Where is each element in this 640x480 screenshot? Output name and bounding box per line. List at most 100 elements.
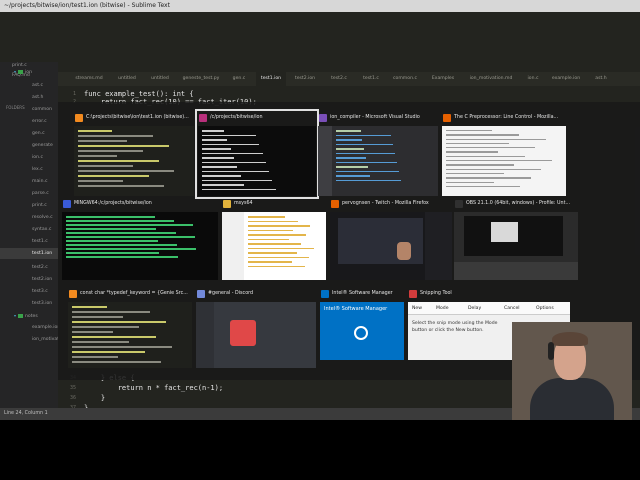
file-row xyxy=(248,252,297,254)
switcher-window-thumbnail[interactable]: pervognsen - Twitch - Mozilla Firefox xyxy=(330,198,452,280)
tree-file[interactable]: test1.c xyxy=(0,236,58,247)
tree-file[interactable]: test2.c xyxy=(0,262,58,273)
editor-tab[interactable]: test2.ion xyxy=(290,72,320,86)
preview-line xyxy=(66,240,158,242)
tree-file[interactable]: ion.c xyxy=(0,152,58,163)
expand-arrow-icon[interactable]: ▾ xyxy=(14,69,16,74)
editor-tab[interactable]: test1.c xyxy=(358,72,384,86)
switcher-window-thumbnail[interactable]: const char *typedef_keyword = {Genie Src… xyxy=(68,288,192,368)
switcher-window-thumbnail[interactable]: msys64 xyxy=(222,198,326,280)
preview-line xyxy=(202,161,266,163)
preview-line xyxy=(446,164,515,166)
tree-item-label: ast.c xyxy=(32,83,43,88)
tree-file[interactable]: test1.ion xyxy=(0,248,58,259)
editor-tab[interactable]: test2.c xyxy=(324,72,354,86)
tree-folder[interactable]: ▾ notes xyxy=(0,310,58,321)
ide-preview xyxy=(336,130,434,184)
preview-line xyxy=(336,166,369,168)
preview-line xyxy=(446,168,542,170)
switcher-window-thumbnail[interactable]: #general - Discord xyxy=(196,288,316,368)
ide-side-panel xyxy=(318,126,332,196)
snip-options-button[interactable]: Options xyxy=(534,304,556,313)
tree-file[interactable]: ion_motivat xyxy=(0,334,58,345)
tree-file[interactable]: print.c xyxy=(0,200,58,211)
tree-file[interactable]: ast.h xyxy=(0,92,58,103)
tree-file[interactable]: syntax.c xyxy=(0,224,58,235)
preview-line xyxy=(78,170,175,172)
tree-file[interactable]: generate xyxy=(0,140,58,151)
preview-line xyxy=(202,152,263,154)
preview-line xyxy=(72,326,140,328)
preview-line xyxy=(202,188,276,190)
preview-line xyxy=(202,139,228,141)
editor-tab[interactable]: untitled xyxy=(146,72,174,86)
editor-tab[interactable]: Examples xyxy=(426,72,460,86)
tree-item-label: notes xyxy=(25,314,38,319)
snip-new-button[interactable]: New xyxy=(410,304,424,313)
file-row xyxy=(248,238,289,240)
tree-file[interactable]: test3.ion xyxy=(0,298,58,309)
tree-folder[interactable]: ▾bitwise xyxy=(0,62,58,65)
discord-image xyxy=(230,320,256,346)
switcher-window-thumbnail[interactable]: C:\projects\bitwise\ion\test1.ion (bitwi… xyxy=(74,112,194,196)
window-title: pervognsen - Twitch - Mozilla Firefox xyxy=(330,198,452,210)
preview-line xyxy=(78,180,123,182)
tree-file[interactable]: parse.c xyxy=(0,188,58,199)
folder-icon xyxy=(223,200,231,208)
preview-line xyxy=(72,306,107,308)
tree-folder[interactable]: ▾ ion xyxy=(0,66,58,77)
editor-tab[interactable]: ion_motivation.md xyxy=(464,72,518,86)
window-preview xyxy=(442,126,566,196)
tree-file[interactable]: lex.c xyxy=(0,164,58,175)
switcher-window-thumbnail[interactable]: MINGW64:/c/projects/bitwise/ion xyxy=(62,198,218,280)
window-title: OBS 21.1.0 (64bit, windows) - Profile: U… xyxy=(454,198,578,210)
switcher-window-thumbnail[interactable]: OBS 21.1.0 (64bit, windows) - Profile: U… xyxy=(454,198,578,280)
preview-line xyxy=(72,331,113,333)
window-title: #general - Discord xyxy=(196,288,316,300)
preview-line xyxy=(72,356,119,358)
switcher-window-thumbnail[interactable]: Intel® Software Manager Intel® Software M… xyxy=(320,288,404,360)
tree-file[interactable]: resolve.c xyxy=(0,212,58,223)
preview-line xyxy=(336,179,401,181)
editor-tab[interactable]: geneste_test.py xyxy=(178,72,224,86)
tree-file[interactable]: example.ion xyxy=(0,322,58,333)
editor-tab[interactable]: ast.h xyxy=(588,72,614,86)
tree-item-label: error.c xyxy=(32,119,47,124)
snip-message: Select the snip mode using the Mode butt… xyxy=(412,321,498,333)
switcher-window-thumbnail[interactable]: ion_compiler - Microsoft Visual Studio xyxy=(318,112,438,196)
tree-file[interactable]: common xyxy=(0,104,58,115)
editor-tab[interactable]: example.ion xyxy=(548,72,584,86)
msys-icon xyxy=(199,114,207,122)
preview-line xyxy=(202,157,234,159)
expand-arrow-icon[interactable]: ▾ xyxy=(14,313,16,318)
chat-panel xyxy=(425,212,452,280)
person-hair xyxy=(552,332,588,346)
tree-file[interactable]: ast.c xyxy=(0,80,58,91)
editor-tab[interactable]: common.c xyxy=(388,72,422,86)
snip-mode-button[interactable]: Mode xyxy=(434,304,451,313)
snip-delay-button[interactable]: Delay xyxy=(466,304,483,313)
tree-file[interactable]: test2.ion xyxy=(0,274,58,285)
preview-line xyxy=(202,175,241,177)
switcher-window-thumbnail[interactable]: The C Preprocessor: Line Control - Mozil… xyxy=(442,112,566,196)
editor-tab[interactable]: streams.md xyxy=(72,72,106,86)
tree-file[interactable]: main.c xyxy=(0,176,58,187)
file-row xyxy=(248,234,306,236)
tree-file[interactable]: gen.c xyxy=(0,128,58,139)
tree-item-label: test3.c xyxy=(32,289,48,294)
file-row xyxy=(248,220,298,222)
preview-line xyxy=(336,157,367,159)
obs-scene xyxy=(491,222,519,242)
snip-cancel-button[interactable]: Cancel xyxy=(502,304,522,313)
preview-line xyxy=(446,130,493,132)
line-number: 36 xyxy=(69,395,76,401)
editor-tab[interactable]: gen.c xyxy=(228,72,250,86)
desktop: ~/projects/bitwise/ion/test1.ion (bitwis… xyxy=(0,0,640,480)
editor-tab[interactable]: test1.ion xyxy=(256,72,286,86)
preview-line xyxy=(336,152,395,154)
tree-file[interactable]: test3.c xyxy=(0,286,58,297)
tree-file[interactable]: error.c xyxy=(0,116,58,127)
switcher-window-thumbnail[interactable]: /c/projects/bitwise/ion xyxy=(195,109,319,199)
editor-tab[interactable]: ion.c xyxy=(522,72,544,86)
editor-tab[interactable]: untitled xyxy=(112,72,142,86)
